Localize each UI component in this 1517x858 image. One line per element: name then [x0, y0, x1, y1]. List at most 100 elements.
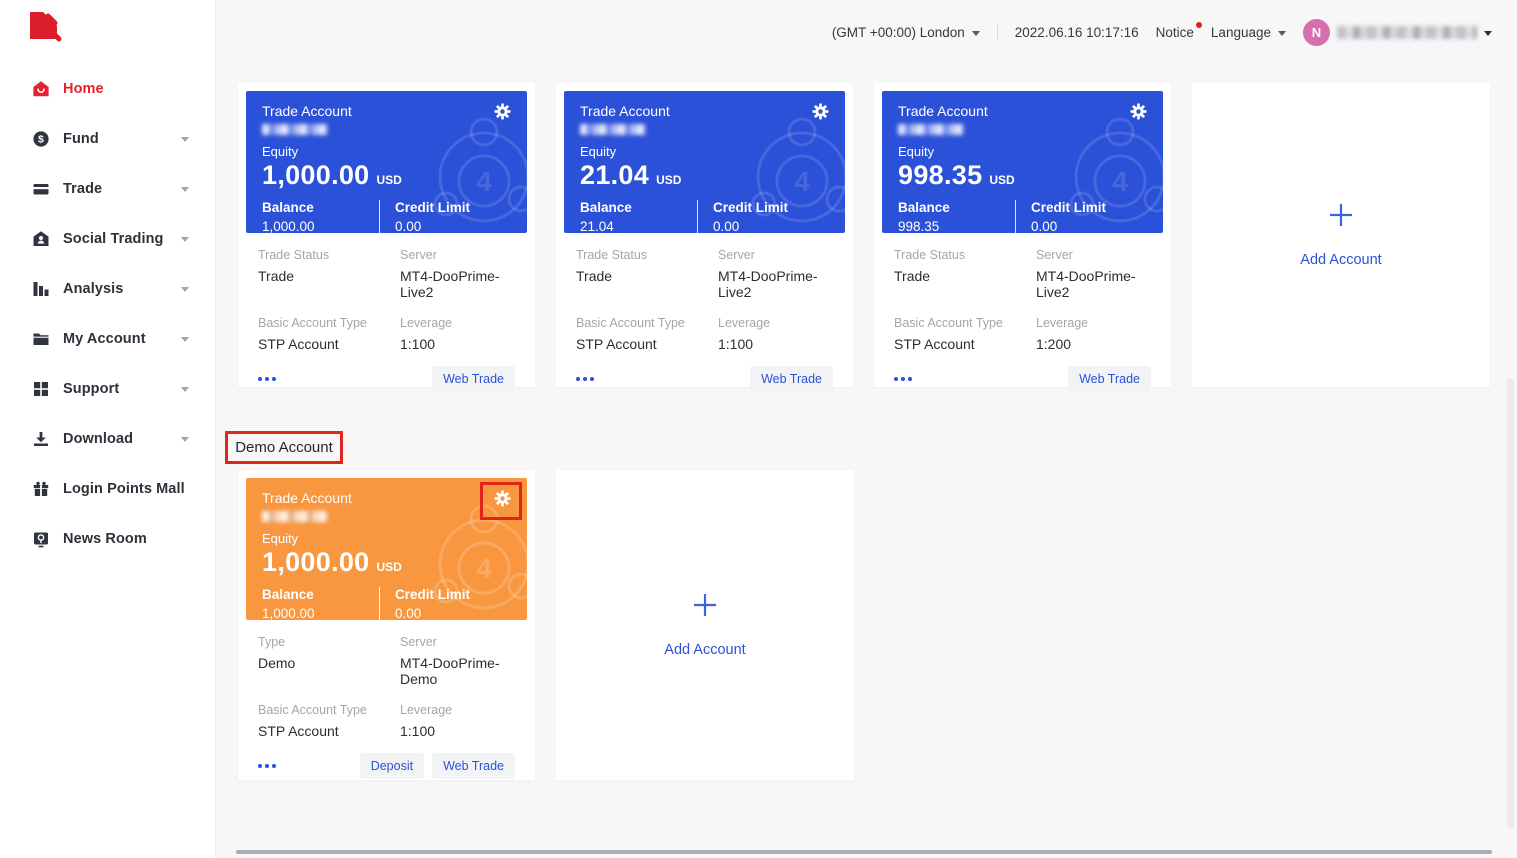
credit-limit-value: 0.00	[713, 219, 829, 233]
web-trade-button[interactable]: Web Trade	[750, 366, 833, 392]
credit-limit-value: 0.00	[1031, 219, 1147, 233]
web-trade-button[interactable]: Web Trade	[432, 753, 515, 779]
language-label: Language	[1211, 25, 1271, 40]
plus-icon	[692, 592, 718, 618]
sidebar-item-label: Home	[63, 81, 104, 97]
chevron-down-icon	[181, 287, 189, 292]
more-options-icon[interactable]	[258, 377, 262, 381]
notice-button[interactable]: Notice	[1156, 25, 1194, 40]
detail-label: Server	[718, 248, 833, 262]
equity-value: 21.04	[580, 160, 649, 191]
credit-limit-label: Credit Limit	[395, 200, 511, 215]
web-trade-button[interactable]: Web Trade	[432, 366, 515, 392]
detail-value: Trade	[576, 268, 718, 284]
web-trade-button[interactable]: Web Trade	[1068, 366, 1151, 392]
currency-label: USD	[656, 173, 681, 187]
detail-label: Trade Status	[894, 248, 1036, 262]
more-options-icon[interactable]	[258, 764, 262, 768]
detail-label: Trade Status	[576, 248, 718, 262]
equity-label: Equity	[898, 144, 1147, 159]
chevron-down-icon	[181, 137, 189, 142]
sidebar-item-download[interactable]: Download	[0, 414, 215, 464]
currency-label: USD	[377, 173, 402, 187]
username-redacted	[1337, 26, 1477, 39]
sidebar-item-home[interactable]: Home	[0, 64, 215, 114]
balance-value: 21.04	[580, 219, 697, 233]
timezone-label: (GMT +00:00) London	[832, 25, 965, 40]
sidebar-item-label: Social Trading	[63, 231, 164, 247]
my-account-icon	[32, 330, 50, 348]
demo-account-heading: Demo Account	[235, 439, 333, 456]
gear-icon[interactable]	[1130, 103, 1147, 120]
equity-value: 1,000.00	[262, 547, 370, 578]
sidebar-item-label: Analysis	[63, 281, 123, 297]
account-number-redacted	[262, 124, 328, 135]
detail-label: Type	[258, 635, 400, 649]
sidebar-item-my-account[interactable]: My Account	[0, 314, 215, 364]
detail-value: MT4-DooPrime-Live2	[718, 268, 833, 300]
balance-value: 998.35	[898, 219, 1015, 233]
doo-prime-logo	[30, 12, 68, 57]
demo-account-card: Trade Account Equity 1,000.00 USD Balanc…	[238, 470, 535, 780]
account-number-redacted	[898, 124, 964, 135]
sidebar-item-label: News Room	[63, 531, 147, 547]
gear-icon[interactable]	[494, 490, 511, 507]
balance-label: Balance	[898, 200, 1015, 215]
language-selector[interactable]: Language	[1211, 25, 1286, 40]
trade-account-card: Trade Account Equity 1,000.00 USD Balanc…	[238, 83, 535, 387]
sidebar-item-analysis[interactable]: Analysis	[0, 264, 215, 314]
detail-value: Trade	[894, 268, 1036, 284]
currency-label: USD	[989, 173, 1014, 187]
sidebar-item-trade[interactable]: Trade	[0, 164, 215, 214]
balance-label: Balance	[262, 587, 379, 602]
sidebar-item-news-room[interactable]: News Room	[0, 514, 215, 564]
add-account-card[interactable]: Add Account	[1192, 83, 1490, 387]
detail-label: Basic Account Type	[576, 316, 718, 330]
gear-icon[interactable]	[494, 103, 511, 120]
detail-label: Server	[400, 248, 515, 262]
currency-label: USD	[377, 560, 402, 574]
balance-value: 1,000.00	[262, 606, 379, 620]
sidebar: Home $ Fund Trade Social Trading	[0, 0, 216, 858]
timezone-selector[interactable]: (GMT +00:00) London	[832, 25, 980, 40]
card-title: Trade Account	[580, 103, 670, 119]
account-number-redacted	[262, 511, 328, 522]
more-options-icon[interactable]	[894, 377, 898, 381]
sidebar-item-label: My Account	[63, 331, 146, 347]
detail-value: 1:100	[718, 336, 833, 352]
more-options-icon[interactable]	[576, 377, 580, 381]
user-menu[interactable]: N	[1303, 19, 1492, 46]
gear-icon[interactable]	[812, 103, 829, 120]
trade-icon	[32, 180, 50, 198]
equity-label: Equity	[262, 531, 511, 546]
card-title: Trade Account	[262, 490, 352, 506]
detail-label: Server	[1036, 248, 1151, 262]
sidebar-item-login-points-mall[interactable]: Login Points Mall	[0, 464, 215, 514]
vertical-scrollbar[interactable]	[1507, 378, 1514, 828]
detail-label: Leverage	[400, 316, 515, 330]
balance-value: 1,000.00	[262, 219, 379, 233]
detail-value: MT4-DooPrime-Live2	[400, 268, 515, 300]
detail-value: STP Account	[576, 336, 718, 352]
sidebar-item-support[interactable]: Support	[0, 364, 215, 414]
demo-accounts-row: Trade Account Equity 1,000.00 USD Balanc…	[238, 470, 854, 780]
horizontal-scrollbar[interactable]	[236, 850, 1492, 854]
chevron-down-icon	[181, 337, 189, 342]
add-account-label: Add Account	[664, 642, 745, 658]
detail-label: Leverage	[1036, 316, 1151, 330]
sidebar-item-social-trading[interactable]: Social Trading	[0, 214, 215, 264]
fund-icon: $	[32, 130, 50, 148]
notification-dot	[1196, 22, 1202, 28]
detail-label: Basic Account Type	[258, 703, 400, 717]
equity-value: 1,000.00	[262, 160, 370, 191]
detail-value: 1:100	[400, 723, 515, 739]
detail-label: Basic Account Type	[258, 316, 400, 330]
detail-value: STP Account	[258, 336, 400, 352]
balance-label: Balance	[580, 200, 697, 215]
add-account-card[interactable]: Add Account	[556, 470, 854, 780]
support-icon	[32, 380, 50, 398]
card-title: Trade Account	[262, 103, 352, 119]
download-icon	[32, 430, 50, 448]
deposit-button[interactable]: Deposit	[360, 753, 424, 779]
sidebar-item-fund[interactable]: $ Fund	[0, 114, 215, 164]
